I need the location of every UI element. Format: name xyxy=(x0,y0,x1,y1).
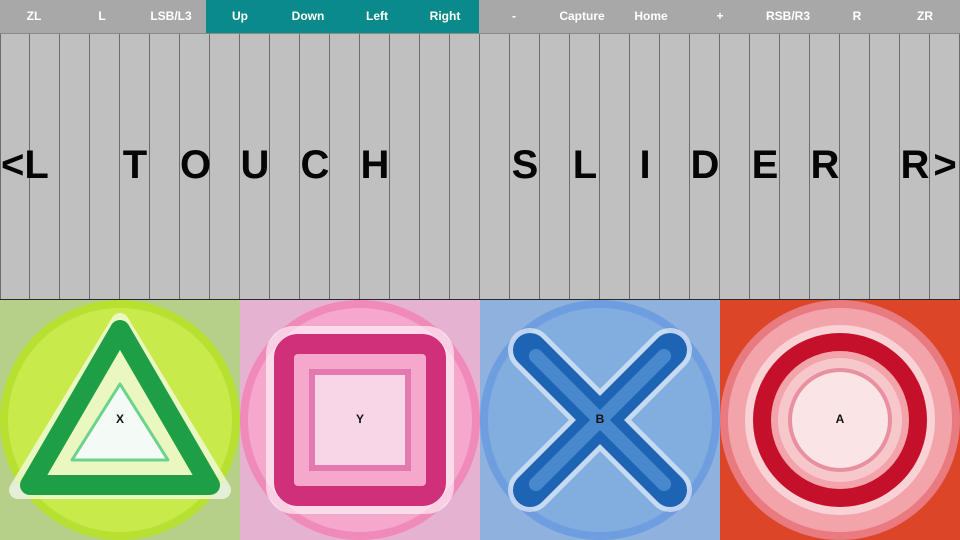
slider-strip[interactable]: E xyxy=(750,34,780,299)
slider-strip[interactable]: S xyxy=(510,34,540,299)
slider-strip-letter: C xyxy=(300,143,330,187)
dpad-down-button[interactable]: Down xyxy=(292,0,325,33)
slider-strip[interactable] xyxy=(90,34,120,299)
slider-strip[interactable] xyxy=(540,34,570,299)
slider-strip[interactable] xyxy=(840,34,870,299)
slider-strip[interactable]: C xyxy=(300,34,330,299)
slider-strip-letter: <L xyxy=(1,143,49,187)
rsb-r3-button[interactable]: RSB/R3 xyxy=(766,0,810,33)
face-button-b-label: B xyxy=(595,412,605,426)
zl-button[interactable]: ZL xyxy=(27,0,42,33)
slider-strip[interactable]: L xyxy=(570,34,600,299)
face-button-x[interactable]: X xyxy=(0,300,240,540)
minus-button[interactable]: - xyxy=(512,0,516,33)
slider-strip[interactable] xyxy=(660,34,690,299)
slider-strip[interactable] xyxy=(270,34,300,299)
plus-button[interactable]: + xyxy=(716,0,723,33)
slider-strip-letter: T xyxy=(122,143,148,187)
face-button-x-label: X xyxy=(115,412,124,426)
slider-strip-letter: R xyxy=(810,143,840,187)
l-button[interactable]: L xyxy=(98,0,105,33)
top-button-bar: ZL L LSB/L3 Up Down Left Right - Capture… xyxy=(0,0,960,34)
capture-button[interactable]: Capture xyxy=(559,0,604,33)
slider-strip-letter: D xyxy=(690,143,720,187)
slider-strip[interactable] xyxy=(780,34,810,299)
slider-strip-letter: R xyxy=(900,143,930,187)
face-button-y-label: Y xyxy=(355,412,364,426)
dpad-up-button[interactable]: Up xyxy=(232,0,248,33)
slider-strip[interactable]: I xyxy=(630,34,660,299)
slider-strip-letter: > xyxy=(933,143,957,187)
slider-strip[interactable]: <L xyxy=(0,34,49,299)
slider-strip[interactable] xyxy=(390,34,420,299)
zr-button[interactable]: ZR xyxy=(917,0,933,33)
slider-strip[interactable] xyxy=(330,34,360,299)
slider-strip[interactable] xyxy=(480,34,510,299)
face-button-a-label: A xyxy=(835,412,845,426)
face-button-a[interactable]: A xyxy=(720,300,960,540)
slider-strip[interactable] xyxy=(870,34,900,299)
r-button[interactable]: R xyxy=(853,0,862,33)
dpad-left-button[interactable]: Left xyxy=(366,0,388,33)
slider-strip[interactable]: R xyxy=(900,34,930,299)
touch-slider[interactable]: <L T O U C H S L I D E R R > xyxy=(0,34,960,300)
face-button-y[interactable]: Y xyxy=(240,300,480,540)
slider-strip[interactable]: T xyxy=(120,34,150,299)
slider-strip-letter: H xyxy=(360,143,390,187)
home-button[interactable]: Home xyxy=(634,0,667,33)
slider-strip[interactable]: U xyxy=(240,34,270,299)
slider-strip[interactable]: H xyxy=(360,34,390,299)
slider-strip[interactable] xyxy=(720,34,750,299)
slider-strip-letter: S xyxy=(511,143,539,187)
slider-strip[interactable] xyxy=(150,34,180,299)
slider-strip[interactable]: R xyxy=(810,34,840,299)
slider-strip[interactable] xyxy=(30,34,60,299)
slider-strip[interactable]: O xyxy=(180,34,212,299)
slider-strip[interactable] xyxy=(600,34,630,299)
slider-strip-letter: E xyxy=(751,143,779,187)
slider-strip[interactable] xyxy=(450,34,480,299)
slider-strip[interactable] xyxy=(420,34,450,299)
face-buttons: X Y B A xyxy=(0,300,960,540)
slider-strip-letter: I xyxy=(639,143,651,187)
slider-strip-letter: L xyxy=(572,143,598,187)
slider-strip[interactable]: D xyxy=(690,34,720,299)
slider-strip[interactable] xyxy=(60,34,90,299)
lsb-l3-button[interactable]: LSB/L3 xyxy=(150,0,191,33)
slider-strip[interactable] xyxy=(210,34,240,299)
slider-strip-letter: U xyxy=(240,143,270,187)
dpad-right-button[interactable]: Right xyxy=(430,0,461,33)
face-button-b[interactable]: B xyxy=(480,300,720,540)
slider-strip-letter: O xyxy=(180,143,212,187)
slider-strip[interactable]: > xyxy=(930,34,960,299)
